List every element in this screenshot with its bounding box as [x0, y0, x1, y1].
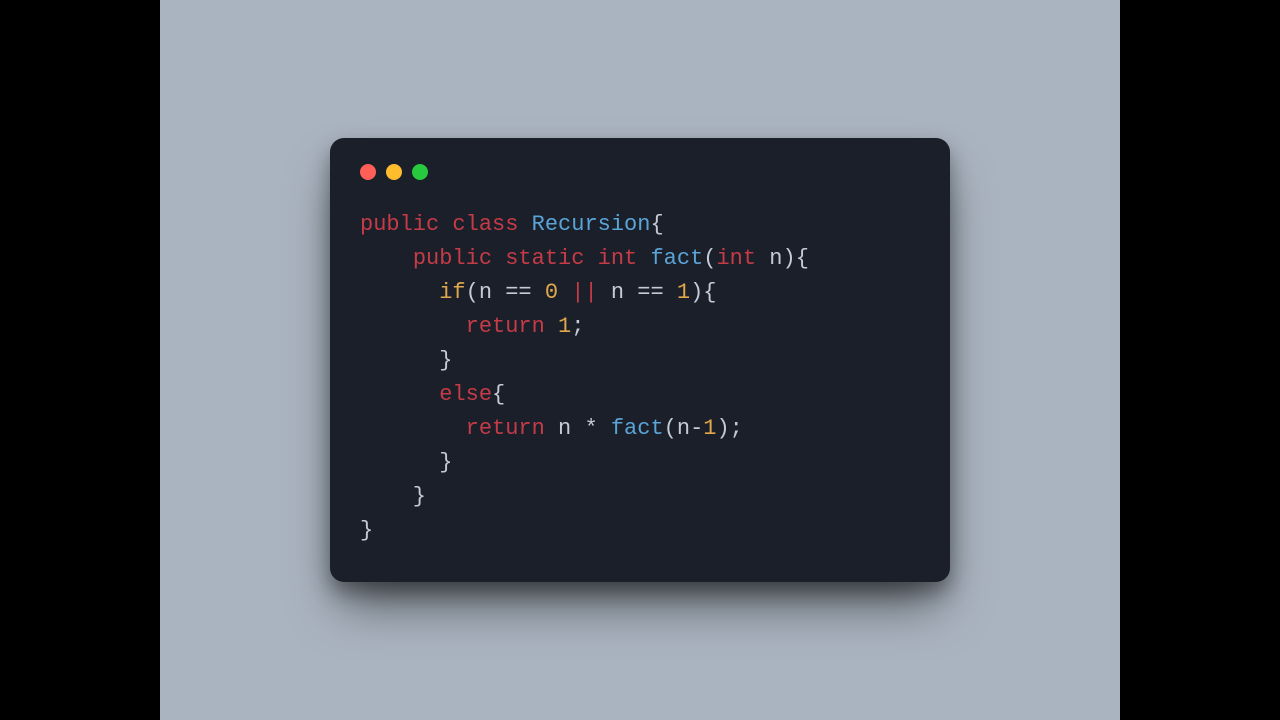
code-token: ; — [571, 314, 584, 339]
code-token: } — [360, 450, 452, 475]
code-token: if — [439, 280, 465, 305]
code-token — [439, 212, 452, 237]
code-window: public class Recursion{ public static in… — [330, 138, 950, 583]
code-token: static — [505, 246, 584, 271]
code-token — [637, 246, 650, 271]
code-token: public — [413, 246, 492, 271]
stage: public class Recursion{ public static in… — [160, 0, 1120, 720]
code-line: return 1; — [360, 314, 584, 339]
code-token — [492, 246, 505, 271]
code-token — [558, 280, 571, 305]
code-token: 0 — [545, 280, 558, 305]
code-token — [584, 246, 597, 271]
code-token: return — [466, 314, 545, 339]
code-line: } — [360, 450, 452, 475]
code-token: == — [637, 280, 663, 305]
code-line: } — [360, 348, 452, 373]
code-token — [518, 212, 531, 237]
code-line: return n * fact(n-1); — [360, 416, 743, 441]
code-token: } — [360, 484, 426, 509]
code-token — [360, 280, 439, 305]
code-token: * — [584, 416, 597, 441]
code-token: Recursion — [532, 212, 651, 237]
code-token: n — [756, 246, 782, 271]
code-token: public — [360, 212, 439, 237]
code-token: || — [571, 280, 597, 305]
code-token: class — [452, 212, 518, 237]
code-token — [532, 280, 545, 305]
code-token: int — [598, 246, 638, 271]
pillarbox-left — [0, 0, 160, 720]
code-token: 1 — [558, 314, 571, 339]
code-token — [360, 246, 413, 271]
code-token: { — [492, 382, 505, 407]
code-token: fact — [650, 246, 703, 271]
code-line: public class Recursion{ — [360, 212, 664, 237]
code-token: } — [360, 518, 373, 543]
minimize-icon[interactable] — [386, 164, 402, 180]
code-token — [545, 314, 558, 339]
code-line: else{ — [360, 382, 505, 407]
code-token: - — [690, 416, 703, 441]
code-token — [360, 382, 439, 407]
code-token: ){ — [690, 280, 716, 305]
code-token: n — [677, 416, 690, 441]
code-token: n — [598, 280, 638, 305]
zoom-icon[interactable] — [412, 164, 428, 180]
window-controls — [360, 164, 920, 180]
code-token: } — [360, 348, 452, 373]
code-token: ( — [466, 280, 479, 305]
close-icon[interactable] — [360, 164, 376, 180]
pillarbox-right — [1120, 0, 1280, 720]
code-token: else — [439, 382, 492, 407]
code-token: int — [716, 246, 756, 271]
code-token: ){ — [783, 246, 809, 271]
code-block: public class Recursion{ public static in… — [360, 208, 920, 549]
code-line: if(n == 0 || n == 1){ — [360, 280, 716, 305]
code-line: } — [360, 484, 426, 509]
code-token: == — [505, 280, 531, 305]
code-token: 1 — [677, 280, 690, 305]
code-line: public static int fact(int n){ — [360, 246, 809, 271]
code-token — [360, 416, 466, 441]
code-token: ( — [664, 416, 677, 441]
code-token: n — [479, 280, 505, 305]
code-token: return — [466, 416, 545, 441]
code-token — [598, 416, 611, 441]
code-token — [360, 314, 466, 339]
code-token: ); — [716, 416, 742, 441]
code-token — [664, 280, 677, 305]
code-token: n — [545, 416, 585, 441]
code-token: fact — [611, 416, 664, 441]
code-token: ( — [703, 246, 716, 271]
code-token: 1 — [703, 416, 716, 441]
code-line: } — [360, 518, 373, 543]
code-token: { — [650, 212, 663, 237]
